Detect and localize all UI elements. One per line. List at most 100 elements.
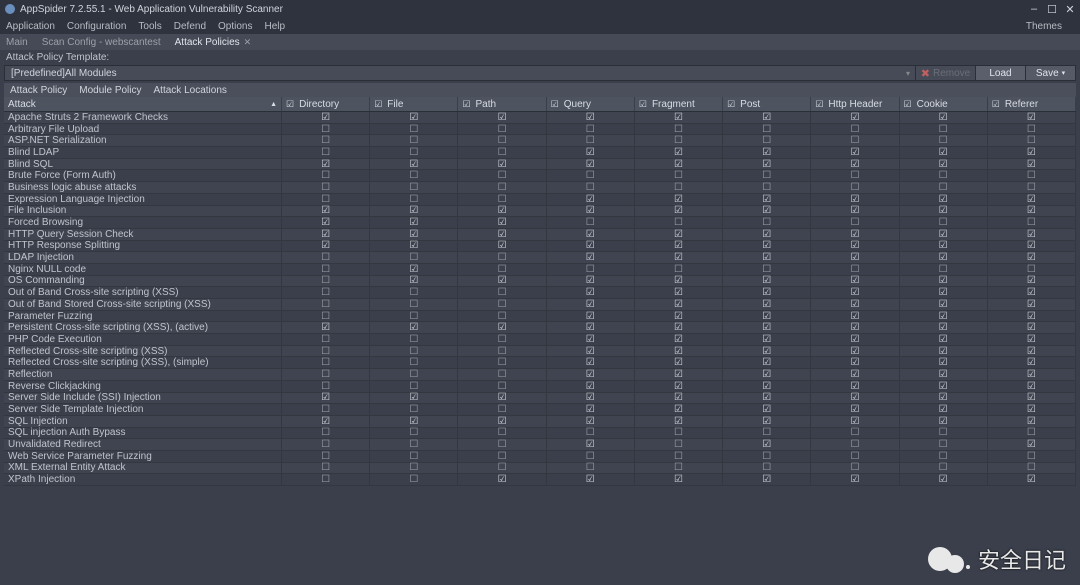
header-http-header[interactable]: ☑Http Header	[811, 97, 899, 111]
cell-file[interactable]	[370, 112, 458, 123]
checkbox-checked-icon[interactable]	[674, 417, 683, 426]
cell-query[interactable]	[547, 170, 635, 181]
cell-http-header[interactable]	[811, 170, 899, 181]
checkbox-unchecked-icon[interactable]	[939, 125, 948, 134]
cell-post[interactable]	[723, 439, 811, 450]
checkbox-checked-icon[interactable]	[1027, 405, 1036, 414]
subtab-module-policy[interactable]: Module Policy	[79, 85, 141, 96]
cell-path[interactable]	[458, 474, 546, 485]
checkbox-unchecked-icon[interactable]	[674, 428, 683, 437]
tab-0[interactable]: Main	[6, 37, 28, 48]
checkbox-checked-icon[interactable]	[1027, 160, 1036, 169]
checkbox-unchecked-icon[interactable]	[321, 136, 330, 145]
cell-post[interactable]	[723, 276, 811, 287]
checkbox-checked-icon[interactable]	[939, 382, 948, 391]
checkbox-unchecked-icon[interactable]	[850, 463, 859, 472]
checkbox-checked-icon[interactable]	[674, 335, 683, 344]
checkbox-checked-icon[interactable]	[1027, 440, 1036, 449]
cell-path[interactable]	[458, 135, 546, 146]
checkbox-checked-icon[interactable]	[498, 160, 507, 169]
menu-configuration[interactable]: Configuration	[67, 21, 126, 32]
checkbox-checked-icon[interactable]	[1027, 288, 1036, 297]
checkbox-unchecked-icon[interactable]	[321, 358, 330, 367]
checkbox-checked-icon[interactable]	[850, 276, 859, 285]
cell-post[interactable]	[723, 474, 811, 485]
load-button[interactable]: Load	[975, 66, 1025, 80]
checkbox-unchecked-icon[interactable]	[498, 148, 507, 157]
checkbox-unchecked-icon[interactable]	[939, 463, 948, 472]
table-row[interactable]: Out of Band Cross-site scripting (XSS)	[4, 287, 1076, 299]
checkbox-checked-icon[interactable]	[1027, 300, 1036, 309]
checkbox-unchecked-icon[interactable]	[409, 358, 418, 367]
checkbox-checked-icon[interactable]	[586, 253, 595, 262]
cell-path[interactable]	[458, 264, 546, 275]
cell-fragment[interactable]	[635, 299, 723, 310]
cell-http-header[interactable]	[811, 428, 899, 439]
cell-path[interactable]	[458, 404, 546, 415]
cell-http-header[interactable]	[811, 393, 899, 404]
table-row[interactable]: Server Side Template Injection	[4, 404, 1076, 416]
table-row[interactable]: HTTP Response Splitting	[4, 241, 1076, 253]
cell-path[interactable]	[458, 276, 546, 287]
checkbox-unchecked-icon[interactable]	[939, 183, 948, 192]
cell-referer[interactable]	[988, 369, 1076, 380]
cell-cookie[interactable]	[900, 311, 988, 322]
checkbox-unchecked-icon[interactable]	[674, 265, 683, 274]
checkbox-unchecked-icon[interactable]	[498, 300, 507, 309]
checkbox-checked-icon[interactable]	[409, 323, 418, 332]
checkbox-unchecked-icon[interactable]	[498, 136, 507, 145]
cell-post[interactable]	[723, 381, 811, 392]
table-row[interactable]: Reflection	[4, 369, 1076, 381]
checkbox-checked-icon[interactable]	[1027, 206, 1036, 215]
checkbox-checked-icon[interactable]	[498, 230, 507, 239]
cell-http-header[interactable]	[811, 416, 899, 427]
cell-file[interactable]	[370, 334, 458, 345]
cell-post[interactable]	[723, 241, 811, 252]
checkbox-checked-icon[interactable]	[674, 113, 683, 122]
table-row[interactable]: XPath Injection	[4, 474, 1076, 486]
checkbox-unchecked-icon[interactable]	[409, 452, 418, 461]
checkbox-unchecked-icon[interactable]	[409, 463, 418, 472]
cell-fragment[interactable]	[635, 287, 723, 298]
cell-file[interactable]	[370, 135, 458, 146]
checkbox-checked-icon[interactable]	[762, 347, 771, 356]
cell-directory[interactable]	[282, 393, 370, 404]
cell-fragment[interactable]	[635, 357, 723, 368]
checkbox-unchecked-icon[interactable]	[586, 265, 595, 274]
checkbox-checked-icon[interactable]	[939, 312, 948, 321]
checkbox-checked-icon[interactable]	[850, 475, 859, 484]
table-row[interactable]: HTTP Query Session Check	[4, 229, 1076, 241]
cell-post[interactable]	[723, 287, 811, 298]
cell-http-header[interactable]	[811, 287, 899, 298]
checkbox-checked-icon[interactable]	[409, 265, 418, 274]
cell-fragment[interactable]	[635, 229, 723, 240]
cell-path[interactable]	[458, 439, 546, 450]
header-checkbox-icon[interactable]: ☑	[727, 99, 735, 110]
checkbox-checked-icon[interactable]	[939, 335, 948, 344]
checkbox-checked-icon[interactable]	[586, 382, 595, 391]
checkbox-unchecked-icon[interactable]	[321, 300, 330, 309]
cell-file[interactable]	[370, 182, 458, 193]
cell-referer[interactable]	[988, 463, 1076, 474]
cell-file[interactable]	[370, 147, 458, 158]
header-checkbox-icon[interactable]: ☑	[904, 99, 912, 110]
cell-post[interactable]	[723, 135, 811, 146]
checkbox-checked-icon[interactable]	[674, 312, 683, 321]
cell-path[interactable]	[458, 124, 546, 135]
checkbox-checked-icon[interactable]	[939, 253, 948, 262]
cell-post[interactable]	[723, 416, 811, 427]
checkbox-unchecked-icon[interactable]	[762, 171, 771, 180]
cell-referer[interactable]	[988, 194, 1076, 205]
checkbox-unchecked-icon[interactable]	[321, 148, 330, 157]
checkbox-checked-icon[interactable]	[321, 218, 330, 227]
checkbox-checked-icon[interactable]	[850, 300, 859, 309]
cell-directory[interactable]	[282, 451, 370, 462]
checkbox-checked-icon[interactable]	[674, 382, 683, 391]
cell-query[interactable]	[547, 439, 635, 450]
header-query[interactable]: ☑Query	[547, 97, 635, 111]
cell-file[interactable]	[370, 451, 458, 462]
checkbox-checked-icon[interactable]	[498, 475, 507, 484]
cell-directory[interactable]	[282, 287, 370, 298]
checkbox-checked-icon[interactable]	[409, 113, 418, 122]
checkbox-checked-icon[interactable]	[321, 323, 330, 332]
